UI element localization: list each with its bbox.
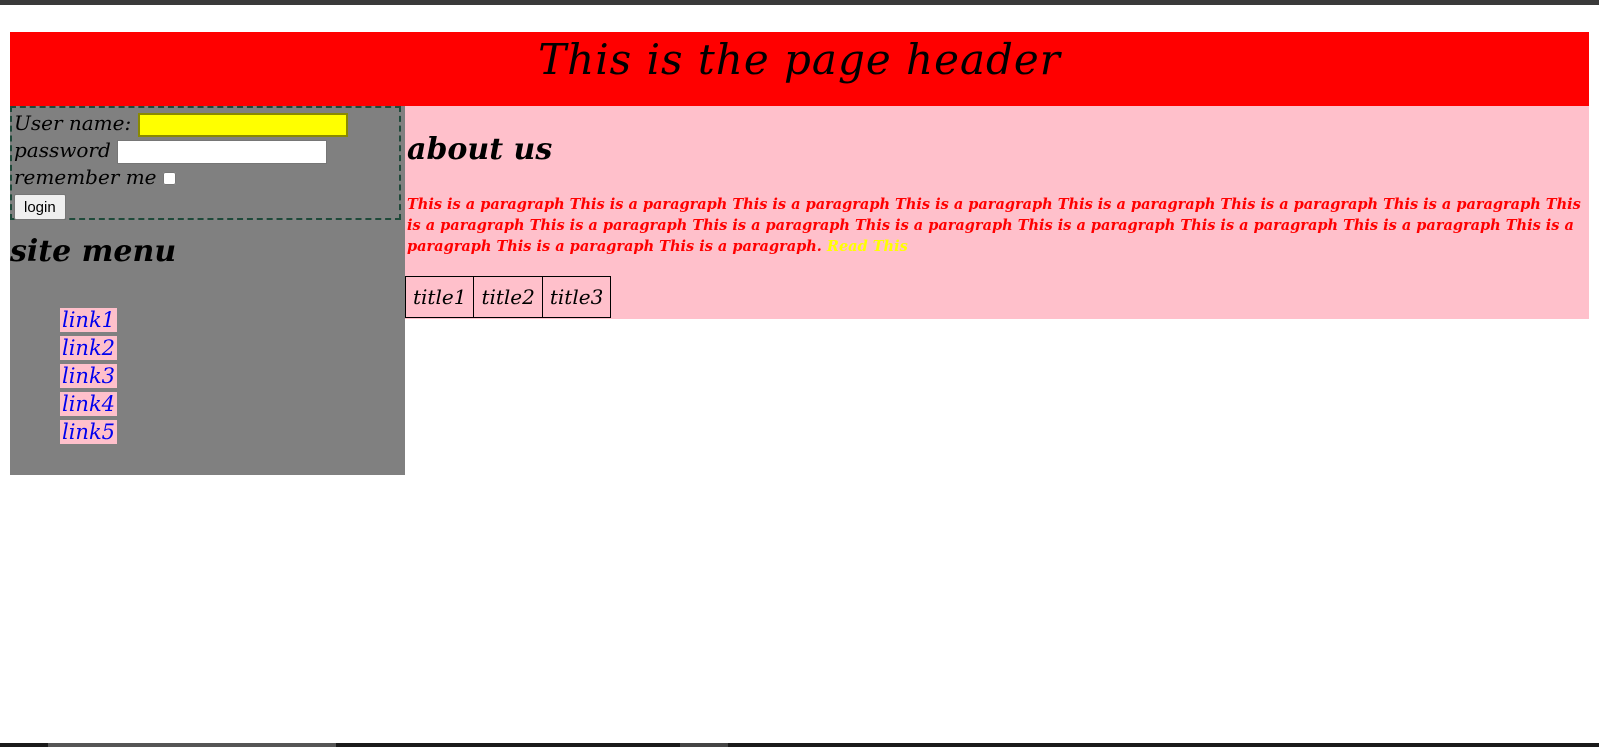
menu-link-3[interactable]: link3 bbox=[60, 364, 118, 388]
page-header: This is the page header bbox=[10, 32, 1589, 106]
menu-link-2[interactable]: link2 bbox=[60, 336, 118, 360]
username-label: User name: bbox=[14, 111, 132, 135]
username-input[interactable] bbox=[137, 112, 348, 137]
about-paragraph: This is a paragraph This is a paragraph … bbox=[407, 194, 1587, 257]
menu-item: link2 bbox=[60, 336, 118, 364]
page-header-title: This is the page header bbox=[538, 35, 1061, 84]
menu-item: link3 bbox=[60, 364, 118, 392]
sidebar: User name: password remember me login si… bbox=[10, 106, 405, 475]
site-menu-title: site menu bbox=[10, 234, 177, 269]
menu-link-5[interactable]: link5 bbox=[60, 420, 118, 444]
username-row: User name: bbox=[14, 110, 397, 137]
password-input[interactable] bbox=[117, 139, 328, 164]
menu-link-4[interactable]: link4 bbox=[60, 392, 118, 416]
titles-table: title1 title2 title3 bbox=[404, 276, 612, 318]
bottom-bar-segment bbox=[680, 743, 728, 747]
bottom-bar-segment bbox=[48, 743, 336, 747]
table-row: title1 title2 title3 bbox=[404, 276, 612, 318]
password-label: password bbox=[14, 138, 111, 162]
paragraph-text: This is a paragraph This is a paragraph … bbox=[407, 196, 1581, 255]
remember-row: remember me bbox=[14, 164, 397, 191]
table-cell-title2: title2 bbox=[473, 276, 543, 318]
table-cell-title3: title3 bbox=[541, 276, 612, 318]
menu-item: link4 bbox=[60, 392, 118, 420]
window-bottom-border bbox=[0, 743, 1599, 747]
login-form: User name: password remember me login bbox=[10, 106, 401, 220]
remember-checkbox[interactable] bbox=[162, 172, 176, 185]
about-us-heading: about us bbox=[407, 132, 553, 167]
password-row: password bbox=[14, 137, 397, 164]
remember-label: remember me bbox=[14, 165, 157, 189]
login-button[interactable]: login bbox=[14, 194, 66, 220]
menu-item: link5 bbox=[60, 420, 118, 448]
table-cell-title1: title1 bbox=[404, 276, 475, 318]
menu-link-1[interactable]: link1 bbox=[60, 308, 118, 332]
menu-item: link1 bbox=[60, 308, 118, 336]
window-top-border bbox=[0, 0, 1599, 5]
site-menu-list: link1 link2 link3 link4 link5 bbox=[60, 308, 118, 448]
main-content: about us This is a paragraph This is a p… bbox=[404, 106, 1589, 319]
read-this-link[interactable]: Read This bbox=[827, 238, 908, 255]
